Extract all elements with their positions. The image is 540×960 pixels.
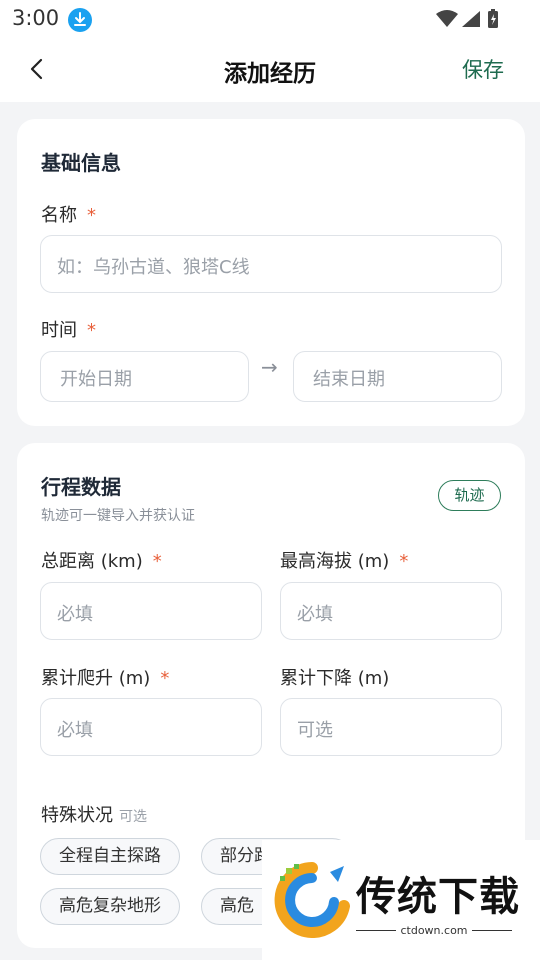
end-date-field[interactable]: 结束日期	[293, 351, 502, 402]
ascent-placeholder: 必填	[57, 720, 93, 741]
save-button[interactable]: 保存	[462, 54, 504, 84]
start-date-placeholder: 开始日期	[60, 369, 132, 390]
required-mark: *	[160, 668, 170, 689]
time-label: 时间 *	[41, 320, 96, 341]
battery-icon	[488, 9, 498, 28]
watermark-rule	[472, 930, 512, 931]
section-title-basic: 基础信息	[41, 151, 121, 175]
name-placeholder: 如：乌孙古道、狼塔C线	[57, 257, 250, 278]
signal-icon	[462, 11, 480, 27]
tag-chip[interactable]: 全程自主探路	[40, 838, 180, 875]
required-mark: *	[87, 205, 96, 226]
distance-input[interactable]: 必填	[40, 582, 262, 640]
app-bar: 添加经历 保存	[0, 38, 540, 102]
descent-input[interactable]: 可选	[280, 698, 502, 756]
watermark: 传统下载 ctdown.com	[262, 840, 540, 960]
ascent-input[interactable]: 必填	[40, 698, 262, 756]
special-conditions-label: 特殊状况 可选	[41, 805, 147, 826]
altitude-label: 最高海拔 (m) *	[280, 551, 409, 572]
required-mark: *	[87, 320, 96, 341]
track-import-button[interactable]: 轨迹	[438, 480, 501, 511]
wifi-icon	[436, 10, 458, 27]
basic-info-card: 基础信息 名称 * 如：乌孙古道、狼塔C线 时间 * 开始日期 → 结束日期	[17, 119, 525, 426]
ascent-label: 累计爬升 (m) *	[41, 668, 170, 689]
name-input[interactable]: 如：乌孙古道、狼塔C线	[40, 235, 502, 293]
distance-placeholder: 必填	[57, 604, 93, 625]
descent-label: 累计下降 (m)	[280, 668, 390, 689]
watermark-brand: 传统下载	[356, 874, 520, 920]
optional-hint: 可选	[119, 809, 147, 825]
watermark-logo-icon	[272, 862, 352, 942]
download-icon	[68, 8, 92, 32]
required-mark: *	[399, 551, 409, 572]
status-time: 3:00	[12, 6, 60, 30]
altitude-placeholder: 必填	[297, 604, 333, 625]
required-mark: *	[152, 551, 162, 572]
start-date-field[interactable]: 开始日期	[40, 351, 249, 402]
name-label: 名称 *	[41, 205, 96, 226]
altitude-input[interactable]: 必填	[280, 582, 502, 640]
end-date-placeholder: 结束日期	[313, 369, 385, 390]
date-range-arrow-icon: →	[261, 355, 278, 379]
tag-chip[interactable]: 高危复杂地形	[40, 888, 180, 925]
status-bar: 3:00	[0, 0, 540, 38]
descent-placeholder: 可选	[297, 720, 333, 741]
section-title-trip: 行程数据	[41, 475, 121, 499]
distance-label: 总距离 (km) *	[41, 551, 162, 572]
page-title: 添加经历	[224, 61, 316, 87]
status-icons	[436, 8, 502, 34]
section-subtitle: 轨迹可一键导入并获认证	[41, 508, 195, 524]
